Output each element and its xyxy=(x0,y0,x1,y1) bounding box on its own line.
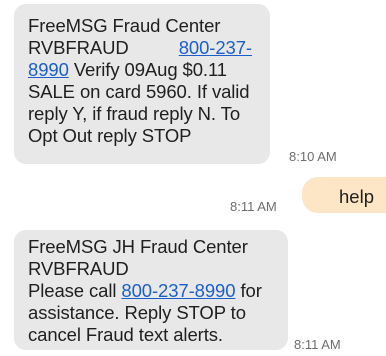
message-line: RVBFRAUD xyxy=(28,258,129,279)
message-line: FreeMSG JH Fraud Center xyxy=(28,236,248,257)
message-segment: Verify 09Aug $0.11 xyxy=(73,59,227,80)
message-line: Opt Out reply STOP xyxy=(28,125,192,146)
message-timestamp: 8:11 AM xyxy=(294,337,341,352)
message-timestamp: 8:10 AM xyxy=(289,149,337,164)
message-segment: for xyxy=(240,280,262,301)
message-text: FreeMSG JH Fraud Center RVBFRAUD Please … xyxy=(28,236,290,346)
message-timestamp: 8:11 AM xyxy=(230,199,277,214)
message-line: SALE on card 5960. If valid xyxy=(28,81,250,102)
message-bubble-incoming[interactable]: FreeMSG Fraud Center RVBFRAUD 800-237- 8… xyxy=(14,4,270,164)
message-line: reply Y, if fraud reply N. To xyxy=(28,103,241,124)
message-line: 8990 Verify 09Aug $0.11 xyxy=(28,59,272,81)
message-line: Please call 800-237-8990 for xyxy=(28,280,290,302)
message-line: cancel Fraud text alerts. xyxy=(28,324,223,345)
message-sender: RVBFRAUD xyxy=(28,37,129,58)
phone-link[interactable]: 800-237- xyxy=(179,37,252,58)
message-line: assistance. Reply STOP to xyxy=(28,302,246,323)
phone-link[interactable]: 800-237-8990 xyxy=(121,280,235,301)
message-line: FreeMSG Fraud Center xyxy=(28,15,221,36)
message-line: RVBFRAUD 800-237- xyxy=(28,37,272,59)
message-bubble-incoming[interactable]: FreeMSG JH Fraud Center RVBFRAUD Please … xyxy=(14,230,288,350)
phone-link[interactable]: 8990 xyxy=(28,59,69,80)
message-segment: Please call xyxy=(28,280,117,301)
message-text: FreeMSG Fraud Center RVBFRAUD 800-237- 8… xyxy=(28,15,272,147)
message-text: help xyxy=(339,186,374,207)
